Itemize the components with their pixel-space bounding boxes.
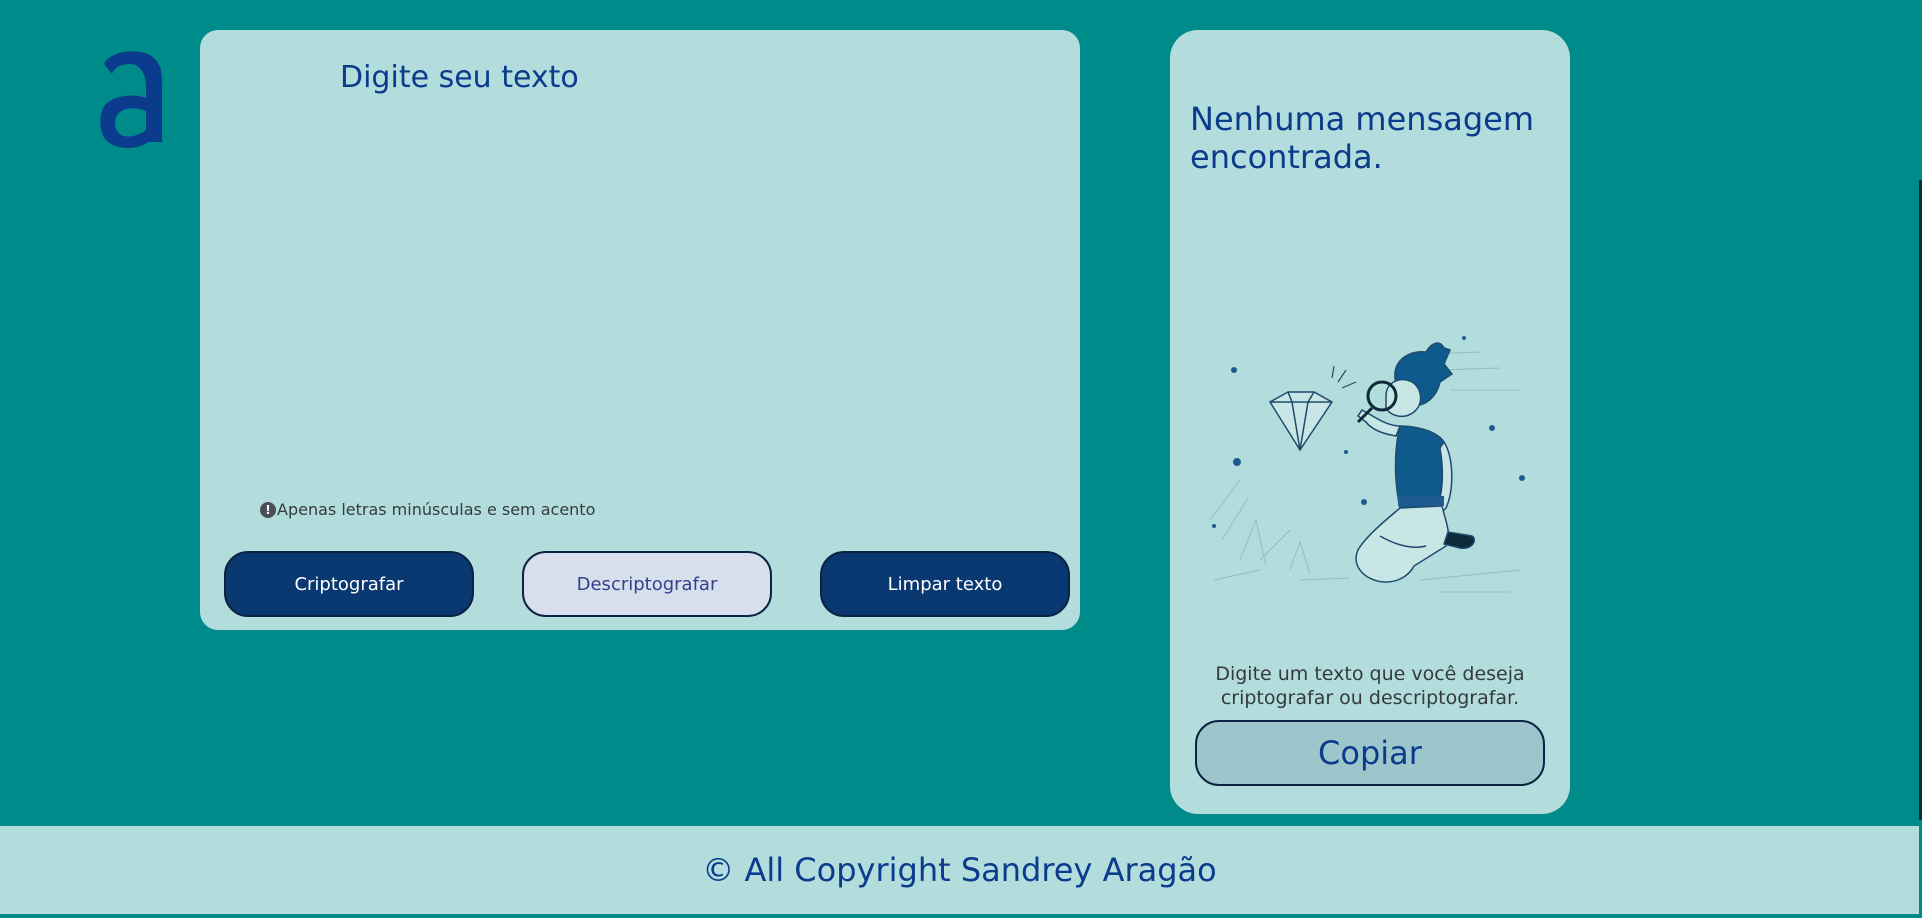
- decrypt-button[interactable]: Descriptografar: [522, 551, 772, 617]
- input-panel: ! Apenas letras minúsculas e sem acento …: [200, 30, 1080, 630]
- person-magnifying-glass-illustration: [1209, 336, 1525, 593]
- copy-button[interactable]: Copiar: [1195, 720, 1545, 786]
- message-input[interactable]: [340, 60, 1040, 480]
- input-hint-text: Apenas letras minúsculas e sem acento: [277, 500, 596, 519]
- empty-message-title: Nenhuma mensagem encontrada.: [1190, 100, 1535, 176]
- encrypt-button[interactable]: Criptografar: [224, 551, 474, 617]
- instruction-text: Digite um texto que você deseja criptogr…: [1215, 663, 1525, 709]
- copyright-text: © All Copyright Sandrey Aragão: [702, 851, 1217, 889]
- clear-text-button[interactable]: Limpar texto: [820, 551, 1070, 617]
- footer: © All Copyright Sandrey Aragão: [0, 826, 1919, 914]
- alura-logo-icon: [100, 51, 162, 148]
- exclamation-circle-icon: !: [260, 501, 276, 518]
- output-panel: Nenhuma mensagem encontrada. Digite um t…: [1170, 30, 1570, 814]
- input-hint: ! Apenas letras minúsculas e sem acento: [260, 500, 595, 519]
